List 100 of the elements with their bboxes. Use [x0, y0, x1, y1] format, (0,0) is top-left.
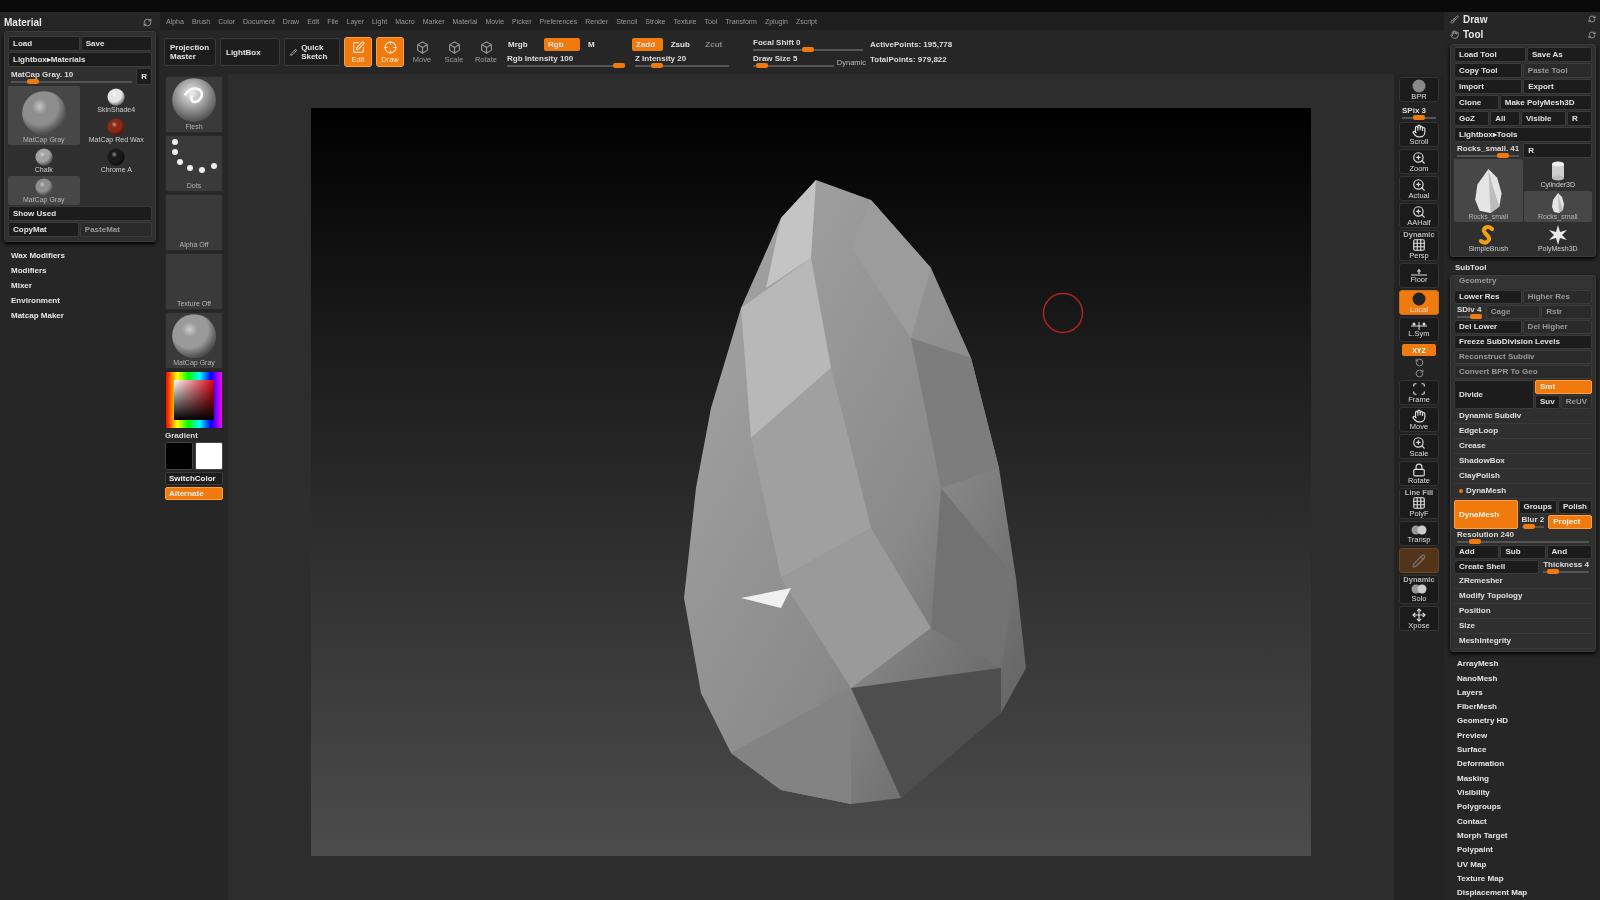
lightbox-button[interactable]: LightBox — [220, 38, 280, 66]
panel-slider[interactable]: Resolution 240 — [1454, 529, 1592, 544]
panel-button[interactable]: All — [1490, 110, 1520, 126]
show-used-button[interactable]: Show Used — [8, 206, 152, 221]
copy-button[interactable]: CopyMat — [8, 222, 79, 237]
quick-sketch-button[interactable]: Quick Sketch — [284, 38, 340, 66]
shelf-slider[interactable]: SPix 3 — [1399, 104, 1439, 120]
subpalette-item[interactable]: Displacement Map — [1450, 885, 1596, 900]
panel-button[interactable]: Polish — [1558, 499, 1592, 514]
subpalette-item[interactable]: Mixer — [4, 278, 156, 293]
subpalette-item[interactable]: Polygroups — [1450, 799, 1596, 814]
color-mode-toggle[interactable]: Mrgb — [504, 37, 540, 51]
slider-thumb[interactable] — [802, 46, 814, 52]
panel-button[interactable]: Suv — [1535, 394, 1560, 409]
slider-thumb[interactable] — [756, 62, 769, 68]
reset-button[interactable]: R — [136, 68, 152, 85]
refresh-icon[interactable] — [1588, 30, 1596, 39]
subpalette-item[interactable]: Surface — [1450, 742, 1596, 757]
document-canvas[interactable] — [311, 108, 1311, 856]
slider-thumb[interactable] — [613, 62, 625, 68]
subpalette-item[interactable]: FiberMesh — [1450, 699, 1596, 714]
file-button[interactable]: Load — [8, 36, 80, 51]
panel-button[interactable]: And — [1546, 544, 1592, 559]
slider-thumb[interactable] — [1469, 314, 1482, 320]
panel-button[interactable]: Import — [1454, 78, 1523, 94]
slider-thumb[interactable] — [1469, 539, 1481, 545]
panel-button[interactable]: Groups — [1518, 499, 1557, 514]
geometry-section[interactable]: Position — [1454, 603, 1592, 619]
subpalette-item[interactable]: Morph Target — [1450, 828, 1596, 843]
z-intensity-slider[interactable]: Z Intensity 20 — [632, 53, 732, 67]
refresh-icon[interactable] — [1588, 15, 1596, 24]
geometry-section[interactable]: ShadowBox — [1454, 453, 1592, 469]
panel-button[interactable]: Lower Res — [1454, 289, 1522, 304]
slider-thumb[interactable] — [1413, 114, 1425, 120]
geometry-section[interactable]: DynaMesh — [1454, 483, 1592, 499]
rotate-icon[interactable] — [1414, 358, 1424, 367]
geometry-section[interactable]: Size — [1454, 618, 1592, 634]
subpalette-item[interactable]: Masking — [1450, 771, 1596, 786]
color-mode-toggle[interactable]: M — [584, 37, 620, 51]
geometry-section[interactable]: Modify Topology — [1454, 588, 1592, 604]
panel-button[interactable]: Clone — [1454, 94, 1499, 110]
subpalette-item[interactable]: Visibility — [1450, 785, 1596, 800]
panel-button[interactable]: Copy Tool — [1454, 62, 1522, 78]
slider-thumb[interactable] — [27, 79, 40, 84]
slider-thumb[interactable] — [1522, 524, 1535, 530]
color-swatch[interactable] — [195, 442, 223, 470]
refresh-icon[interactable] — [143, 18, 152, 27]
subpalette-item[interactable]: Layers — [1450, 685, 1596, 700]
panel-button[interactable]: Freeze SubDivision Levels — [1454, 334, 1592, 349]
panel-slider[interactable]: Thickness 4 — [1540, 559, 1592, 574]
geometry-section[interactable]: ClayPolish — [1454, 468, 1592, 484]
slider-thumb[interactable] — [1497, 152, 1510, 158]
subpalette-item[interactable]: UV Map — [1450, 856, 1596, 872]
subpalette-item[interactable]: Wax Modifiers — [4, 248, 156, 263]
subpalette-item[interactable]: Texture Map — [1450, 871, 1596, 886]
panel-button[interactable]: Save As — [1526, 46, 1592, 62]
subpalette-item[interactable]: Preview — [1450, 728, 1596, 743]
subpalette-item[interactable]: Deformation — [1450, 756, 1596, 772]
color-swatch[interactable] — [165, 442, 193, 470]
geometry-title[interactable]: Geometry — [1454, 275, 1592, 289]
slider-thumb[interactable] — [651, 62, 664, 68]
geometry-section[interactable]: Crease — [1454, 438, 1592, 454]
panel-button[interactable]: Create Shell — [1454, 559, 1540, 574]
slider-thumb[interactable] — [1546, 569, 1559, 575]
subpalette-item[interactable]: Geometry HD — [1450, 713, 1596, 729]
panel-button[interactable]: Load Tool — [1454, 46, 1526, 62]
shelf-button[interactable]: SwitchColor — [165, 472, 223, 485]
subtool-section[interactable]: SubTool — [1450, 260, 1596, 275]
subpalette-item[interactable]: ArrayMesh — [1450, 656, 1596, 671]
rgb-intensity-slider[interactable]: Rgb Intensity 100 — [504, 53, 628, 67]
geometry-section[interactable]: EdgeLoop — [1454, 423, 1592, 439]
panel-button[interactable]: Visible — [1520, 110, 1566, 126]
depth-mode-toggle[interactable]: Zsub — [666, 37, 698, 51]
subpalette-item[interactable]: NanoMesh — [1450, 670, 1596, 686]
panel-button[interactable]: R — [1566, 110, 1592, 126]
geometry-section[interactable]: ZRemesher — [1454, 573, 1592, 589]
geometry-section[interactable]: Dynamic Subdiv — [1454, 408, 1592, 424]
subpalette-item[interactable]: Matcap Maker — [4, 308, 156, 323]
geometry-section[interactable]: MeshIntegrity — [1454, 633, 1592, 649]
color-picker[interactable] — [165, 371, 223, 429]
draw-size-slider[interactable]: Draw Size 5 — [750, 53, 837, 67]
rotate-icon[interactable] — [1414, 369, 1424, 378]
subpalette-item[interactable]: Modifiers — [4, 263, 156, 278]
panel-button[interactable]: Sub — [1500, 544, 1546, 559]
focal-shift-slider[interactable]: Focal Shift 0 — [750, 37, 866, 51]
panel-button[interactable]: Del Lower — [1454, 319, 1522, 334]
panel-button[interactable]: Divide — [1454, 379, 1534, 409]
lightbox-button[interactable]: Lightbox▸Materials — [8, 52, 152, 67]
projection-master-button[interactable]: Projection Master — [164, 38, 216, 66]
panel-button[interactable]: Export — [1523, 78, 1592, 94]
panel-button[interactable]: Lightbox▸Tools — [1454, 126, 1592, 142]
subpalette-item[interactable]: Environment — [4, 293, 156, 308]
file-button[interactable]: Save — [80, 36, 152, 51]
subpalette-item[interactable]: Polypaint — [1450, 842, 1596, 857]
material-slider[interactable]: MatCap Gray. 10 — [8, 68, 136, 85]
panel-slider[interactable]: SDiv 4 — [1454, 304, 1485, 319]
subpalette-item[interactable]: Contact — [1450, 814, 1596, 829]
panel-slider[interactable]: Blur 2 — [1518, 514, 1548, 529]
panel-button[interactable]: Add — [1454, 544, 1500, 559]
panel-button[interactable]: R — [1523, 142, 1592, 158]
